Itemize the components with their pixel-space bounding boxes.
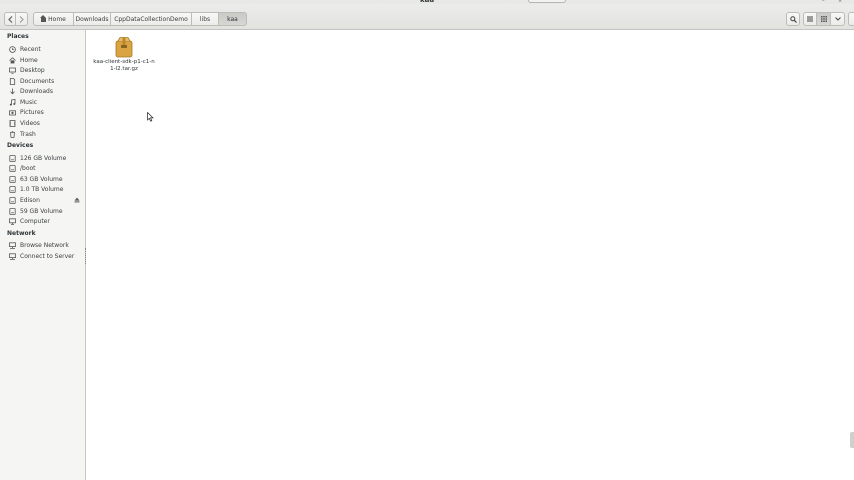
computer-icon [9,217,16,225]
sidebar-item-label: Pictures [20,108,44,116]
breadcrumb: Home Downloads CppDataCollectionDemo lib… [33,12,247,26]
chevron-down-icon [834,17,841,21]
breadcrumb-label: libs [199,15,211,23]
breadcrumb-label: kaa [227,15,238,23]
camera-icon [9,109,16,116]
breadcrumb-downloads[interactable]: Downloads [74,12,111,26]
sidebar-item-label: Home [20,56,38,64]
drive-icon [9,207,16,215]
drive-icon [9,154,16,162]
sidebar-item-label: /boot [20,164,36,172]
sidebar-item-label: Browse Network [20,241,69,249]
breadcrumb-libs[interactable]: libs [192,12,219,26]
server-icon [9,252,16,260]
sidebar: Places Recent Home Desktop Documents Dow… [0,30,86,480]
file-item[interactable]: kaa-client-sdk-p1-c1-n1-l2.tar.gz [93,36,155,73]
music-icon [9,98,16,106]
sidebar-item-label: 1.0 TB Volume [20,185,64,193]
home-icon [9,56,16,64]
close-icon[interactable]: × [838,0,844,4]
drive-icon [9,164,16,172]
header-bar: Home Downloads CppDataCollectionDemo lib… [0,4,854,30]
sidebar-heading-devices: Devices [7,142,34,149]
mouse-pointer-icon [147,112,154,122]
sidebar-item-connect-to-server[interactable]: Connect to Server [9,251,83,261]
eject-icon[interactable] [74,197,80,203]
film-icon [9,119,16,127]
sidebar-item-home[interactable]: Home [9,55,83,65]
document-icon [9,77,16,85]
breadcrumb-label: Downloads [75,15,109,23]
list-icon [807,16,813,22]
sidebar-item-label: Music [20,98,38,106]
sidebar-heading-network: Network [7,230,36,237]
sidebar-item-label: Computer [20,217,50,225]
sidebar-item-label: 59 GB Volume [20,207,63,215]
sidebar-item-label: Recent [20,45,41,53]
breadcrumb-kaa[interactable]: kaa [219,12,247,26]
sidebar-item-recent[interactable]: Recent [9,44,83,54]
desktop-icon [9,67,16,74]
breadcrumb-home[interactable]: Home [33,12,74,26]
sidebar-item-63-gb-volume[interactable]: 63 GB Volume [9,174,83,184]
chevron-right-icon [19,15,24,23]
sidebar-item-label: Documents [20,77,55,85]
clock-icon [9,45,16,53]
view-options-button[interactable] [831,12,845,26]
back-button[interactable] [4,12,16,26]
sidebar-item-edison[interactable]: Edison [9,195,83,205]
minimize-icon[interactable]: – [822,0,828,4]
file-view[interactable]: kaa-client-sdk-p1-c1-n1-l2.tar.gz [87,30,854,480]
sidebar-item-label: Desktop [20,66,45,74]
sidebar-item-label: 63 GB Volume [20,175,63,183]
sidebar-item-label: Trash [20,130,36,138]
forward-button[interactable] [16,12,28,26]
grid-view-button[interactable] [817,12,831,26]
sidebar-item-browse-network[interactable]: Browse Network [9,240,83,250]
sidebar-item-videos[interactable]: Videos [9,118,83,128]
drive-icon [9,175,16,183]
sidebar-item-label: Connect to Server [20,252,75,260]
network-icon [9,241,16,249]
file-name: kaa-client-sdk-p1-c1-n1-l2.tar.gz [93,59,155,72]
scrollbar-handle[interactable] [850,432,854,448]
sidebar-item-boot[interactable]: /boot [9,163,83,173]
sidebar-item-label: Edison [20,196,40,204]
home-icon [40,15,47,22]
sidebar-heading-places: Places [7,33,29,40]
search-button[interactable] [786,12,800,26]
menu-button[interactable] [848,12,854,26]
sidebar-item-computer[interactable]: Computer [9,216,83,226]
download-icon [9,88,16,95]
sidebar-item-documents[interactable]: Documents [9,76,83,86]
chevron-left-icon [7,15,12,23]
sidebar-item-downloads[interactable]: Downloads [9,86,83,96]
trash-icon [9,130,16,138]
sidebar-item-1tb-volume[interactable]: 1.0 TB Volume [9,184,83,194]
breadcrumb-label: Home [48,15,66,23]
sidebar-item-59-gb-volume[interactable]: 59 GB Volume [9,206,83,216]
list-view-button[interactable] [803,12,817,26]
sidebar-item-desktop[interactable]: Desktop [9,65,83,75]
sidebar-item-label: 126 GB Volume [20,154,67,162]
titlebar-handle[interactable] [528,0,566,3]
sidebar-item-pictures[interactable]: Pictures [9,107,83,117]
breadcrumb-cppdatacollectiondemo[interactable]: CppDataCollectionDemo [111,12,192,26]
sidebar-item-trash[interactable]: Trash [9,129,83,139]
sidebar-item-126-gb-volume[interactable]: 126 GB Volume [9,153,83,163]
breadcrumb-label: CppDataCollectionDemo [114,15,188,23]
archive-icon [115,37,133,58]
sidebar-item-label: Videos [20,119,40,127]
grid-icon [820,16,827,22]
sidebar-item-music[interactable]: Music [9,97,83,107]
sidebar-item-label: Downloads [20,87,53,95]
drive-icon [9,196,16,204]
drive-icon [9,185,16,193]
search-icon [789,15,797,23]
